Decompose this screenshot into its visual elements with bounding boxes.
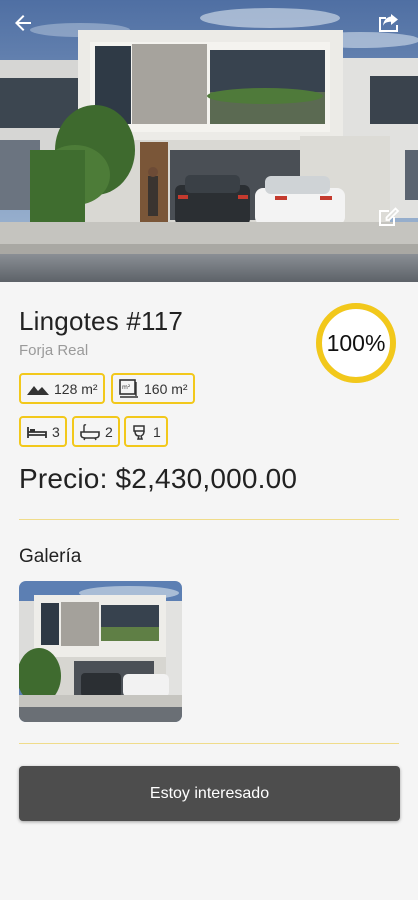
bedrooms-chip: 3 <box>19 416 67 447</box>
share-icon <box>379 14 398 32</box>
property-title: Lingotes #117 <box>19 306 184 336</box>
bedrooms-value: 3 <box>52 423 60 440</box>
house-facade-thumbnail <box>19 581 182 722</box>
edit-icon <box>379 207 400 226</box>
property-subtitle: Forja Real <box>19 342 89 359</box>
bathrooms-value: 2 <box>105 423 113 440</box>
gallery-thumbnail[interactable] <box>19 581 182 722</box>
bathtub-icon <box>80 423 100 440</box>
built-area-chip: m² 160 m² <box>111 373 195 404</box>
divider <box>19 519 399 520</box>
toilet-icon <box>133 424 145 440</box>
interested-button[interactable]: Estoy interesado <box>19 766 400 821</box>
hero-image <box>0 0 418 282</box>
gallery-title: Galería <box>19 546 82 567</box>
toilets-chip: 1 <box>124 416 168 447</box>
land-area-value: 128 m² <box>54 380 98 397</box>
svg-text:m²: m² <box>122 384 131 391</box>
floor-plan-icon: m² <box>119 378 138 398</box>
property-price: Precio: $2,430,000.00 <box>19 463 298 494</box>
land-area-chip: 128 m² <box>19 373 105 404</box>
arrow-left-icon <box>15 15 31 31</box>
toilets-value: 1 <box>153 423 161 440</box>
back-button[interactable] <box>6 6 40 40</box>
completion-ring: 100% <box>315 302 397 384</box>
built-area-value: 160 m² <box>144 380 188 397</box>
completion-label: 100% <box>326 329 386 356</box>
edit-button[interactable] <box>372 200 406 234</box>
house-facade-photo <box>0 0 418 282</box>
share-button[interactable] <box>372 6 406 40</box>
terrain-icon <box>27 385 49 395</box>
bathrooms-chip: 2 <box>72 416 120 447</box>
divider <box>19 743 399 744</box>
bed-icon <box>27 426 47 438</box>
